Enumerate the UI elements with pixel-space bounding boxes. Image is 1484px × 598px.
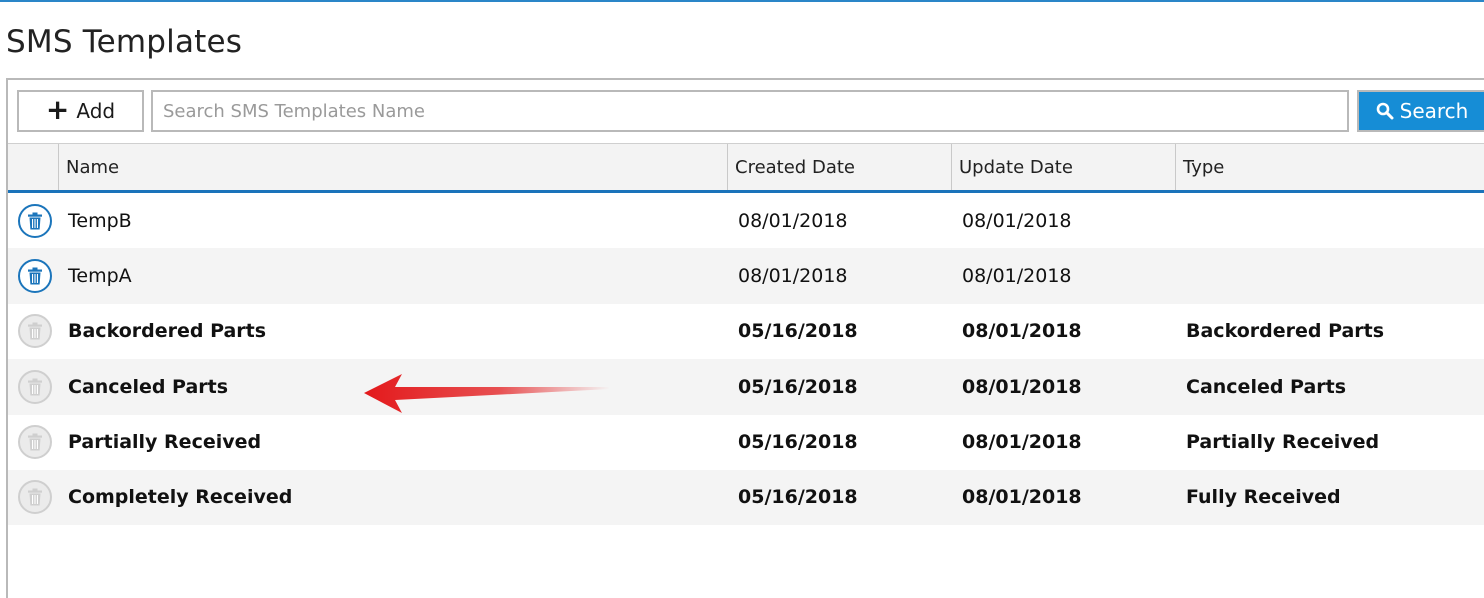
search-input[interactable] [151,90,1349,132]
column-header-created-label: Created Date [735,156,855,178]
row-update-date: 08/01/2018 [962,264,1072,287]
add-button-label: Add [76,99,116,123]
trash-glyph [28,488,42,506]
row-update-date: 08/01/2018 [962,320,1082,343]
row-created-date: 05/16/2018 [738,320,858,343]
row-name: Partially Received [68,431,262,454]
trash-icon[interactable] [18,203,52,238]
trash-glyph [28,267,42,285]
row-name: Completely Received [68,486,293,509]
search-button-label: Search [1399,99,1469,123]
trash-icon [18,369,52,404]
row-type: Fully Received [1186,486,1341,509]
row-update-date: 08/01/2018 [962,375,1082,398]
column-header-created-date[interactable]: Created Date [728,144,952,190]
row-name: TempA [68,264,132,287]
row-type: Canceled Parts [1186,375,1347,398]
table-row[interactable]: Partially Received 05/16/2018 08/01/2018… [8,415,1484,470]
templates-panel: + Add Search Name Created Date Update Da… [6,78,1484,598]
row-name: Canceled Parts [68,375,229,398]
trash-glyph [28,433,42,451]
table-row[interactable]: TempA 08/01/2018 08/01/2018 [8,248,1484,304]
row-created-date: 08/01/2018 [738,209,848,232]
trash-glyph [28,322,42,340]
table-row[interactable]: Backordered Parts 05/16/2018 08/01/2018 … [8,304,1484,359]
top-accent-bar [0,0,1484,2]
column-header-type-label: Type [1183,156,1225,178]
row-update-date: 08/01/2018 [962,209,1072,232]
row-created-date: 05/16/2018 [738,431,858,454]
column-header-name-label: Name [66,156,120,178]
trash-glyph [28,212,42,229]
row-update-date: 08/01/2018 [962,486,1082,509]
row-name: TempB [68,209,132,232]
row-created-date: 08/01/2018 [738,264,848,287]
row-created-date: 05/16/2018 [738,486,858,509]
search-icon [1376,102,1394,120]
column-header-name[interactable]: Name [59,144,728,190]
table-row[interactable]: TempB 08/01/2018 08/01/2018 [8,193,1484,248]
trash-glyph [28,378,42,396]
add-button[interactable]: + Add [17,90,144,132]
search-button[interactable]: Search [1357,90,1484,132]
column-header-actions [8,144,59,190]
trash-icon [18,480,52,515]
column-header-update-date[interactable]: Update Date [952,144,1176,190]
trash-icon[interactable] [18,258,52,293]
column-header-updated-label: Update Date [959,156,1073,178]
row-name: Backordered Parts [68,320,267,343]
table-row[interactable]: Canceled Parts 05/16/2018 08/01/2018 Can… [8,359,1484,415]
page-title: SMS Templates [6,24,243,60]
row-type: Partially Received [1186,431,1380,454]
column-header-type[interactable]: Type [1176,144,1484,190]
table-row[interactable]: Completely Received 05/16/2018 08/01/201… [8,469,1484,526]
trash-icon [18,314,52,349]
trash-icon [18,425,52,460]
row-created-date: 05/16/2018 [738,375,858,398]
grid-body: TempB 08/01/2018 08/01/2018 TempA 08/01/… [8,193,1484,526]
grid-header: Name Created Date Update Date Type [8,143,1484,193]
plus-icon: + [45,92,70,126]
toolbar: + Add Search [8,80,1484,144]
red-arrow-icon [364,374,610,413]
row-type: Backordered Parts [1186,320,1385,343]
row-update-date: 08/01/2018 [962,431,1082,454]
